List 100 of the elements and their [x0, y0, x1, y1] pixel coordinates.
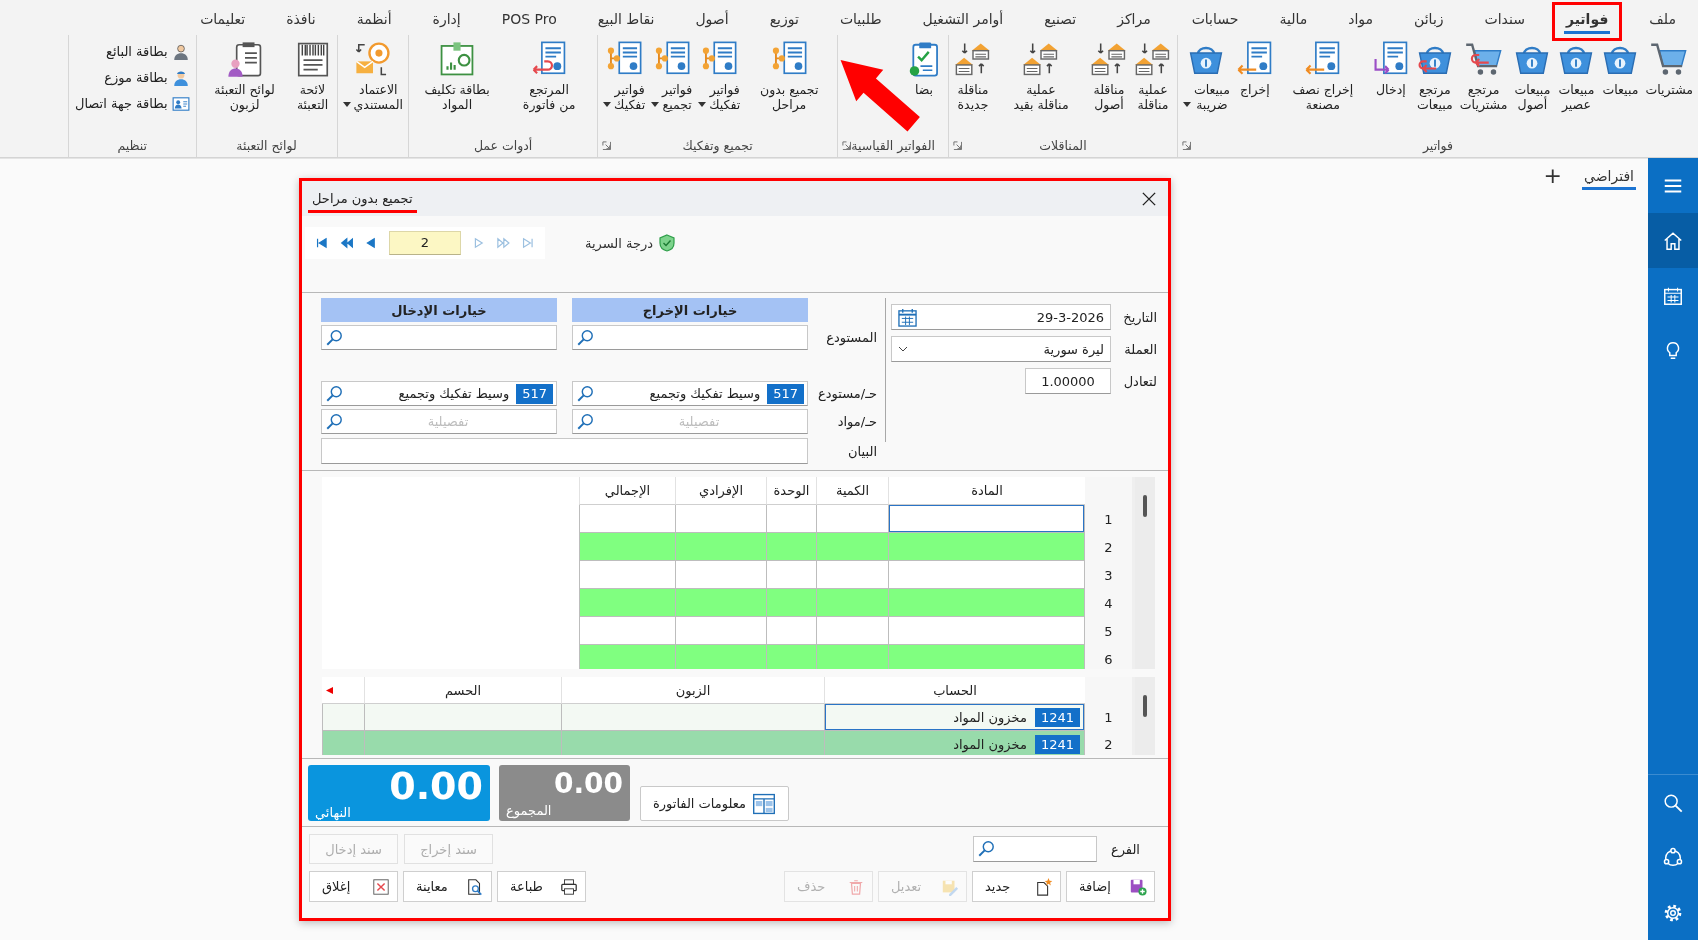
grid-cell[interactable] — [579, 505, 675, 533]
menu-tab[interactable]: مواد — [1334, 2, 1388, 41]
grid-cell[interactable] — [816, 589, 888, 617]
grid-cell[interactable] — [816, 561, 888, 589]
record-field[interactable]: 2 — [388, 231, 462, 255]
ribbon-button[interactable]: مناقلة أصول — [1087, 39, 1131, 113]
menu-tab[interactable]: سندات — [1470, 2, 1539, 41]
search-icon[interactable] — [325, 412, 343, 431]
scrollbar-thumb[interactable] — [1143, 695, 1147, 717]
grid-cell[interactable] — [675, 645, 766, 669]
ribbon-button[interactable]: مبيعات أصول — [1510, 39, 1555, 113]
grid-cell[interactable] — [888, 505, 1085, 533]
menu-tab[interactable]: زبائن — [1400, 2, 1458, 41]
ribbon-button[interactable]: مرتجع مشتريات — [1456, 39, 1511, 113]
grid-cell[interactable] — [579, 533, 675, 561]
ribbon-button[interactable]: بضا — [902, 39, 946, 98]
ribbon-button[interactable]: مبيعات — [1598, 39, 1643, 98]
grid-cell[interactable] — [561, 731, 824, 755]
menu-tab[interactable]: أوامر التشغيل — [908, 2, 1018, 41]
grid-cell[interactable] — [766, 645, 816, 669]
menu-tab[interactable]: POS Pro — [487, 2, 571, 41]
ribbon-button[interactable]: لوائح التعبئة لزبون — [198, 39, 291, 113]
close-icon[interactable] — [1142, 191, 1156, 206]
ribbon-button[interactable]: لائحة التعبئة — [290, 39, 335, 113]
menu-tab[interactable]: مراكز — [1103, 2, 1165, 41]
grid-cell[interactable] — [579, 645, 675, 669]
ribbon-button[interactable]: إخراج نصف مصنعة — [1276, 39, 1369, 113]
ribbon-button[interactable]: تجميع بدون مراحل — [743, 39, 836, 113]
menu-tab[interactable]: توزيع — [755, 2, 813, 41]
launcher-icon[interactable] — [953, 140, 962, 150]
ribbon-button[interactable]: مشتريات — [1642, 39, 1696, 98]
ribbon-button[interactable]: فواتير تفكيك — [600, 39, 649, 113]
ribbon-button[interactable]: الاعتماد المستندي — [339, 39, 407, 113]
ribbon-button[interactable]: إدخال — [1368, 39, 1413, 98]
grid-cell[interactable] — [322, 704, 364, 731]
search-field[interactable] — [321, 325, 557, 350]
grid-cell[interactable] — [816, 617, 888, 645]
sidebar-button[interactable] — [1648, 213, 1698, 268]
menu-tab[interactable]: فواتير — [1551, 2, 1623, 41]
ribbon-button[interactable]: بطاقة موزع — [100, 67, 194, 89]
search-icon[interactable] — [576, 328, 594, 347]
grid-cell[interactable] — [675, 589, 766, 617]
menu-tab[interactable]: تعليمات — [186, 2, 260, 41]
menu-tab[interactable]: مالية — [1265, 2, 1322, 41]
rewind-icon[interactable] — [339, 236, 354, 250]
search-icon[interactable] — [576, 412, 594, 431]
search-icon[interactable] — [576, 384, 594, 403]
ribbon-button[interactable]: عملية مناقلة بقيد — [995, 39, 1087, 113]
grid-cell[interactable] — [364, 731, 561, 755]
search-icon[interactable] — [976, 840, 995, 858]
action-button[interactable]: معاينة — [403, 871, 492, 902]
action-button[interactable]: إغلاق — [309, 871, 398, 902]
grid-cell[interactable] — [888, 589, 1085, 617]
skip-start-icon[interactable] — [315, 236, 329, 250]
ribbon-button[interactable]: مناقلة جديدة — [951, 39, 995, 113]
menu-tab[interactable]: أصول — [681, 2, 743, 41]
grid-cell[interactable] — [766, 617, 816, 645]
menu-tab[interactable]: حسابات — [1177, 2, 1253, 41]
grid-cell[interactable] — [675, 533, 766, 561]
grid-cell[interactable] — [579, 617, 675, 645]
menu-tab[interactable]: أنظمة — [342, 2, 406, 41]
date-field[interactable]: 29-3-2026 — [891, 304, 1111, 330]
search-icon[interactable] — [325, 384, 343, 403]
grid-cell[interactable] — [888, 617, 1085, 645]
ribbon-button[interactable]: بطاقة البائع — [102, 41, 194, 63]
search-field[interactable] — [572, 325, 808, 350]
workspace-tab[interactable]: افتراضي — [1582, 162, 1636, 190]
calendar-icon[interactable] — [898, 307, 917, 327]
grid-cell[interactable] — [579, 589, 675, 617]
grid-cell[interactable] — [766, 589, 816, 617]
grid-cell[interactable] — [675, 617, 766, 645]
text-field[interactable] — [321, 438, 808, 464]
grid-cell[interactable] — [766, 533, 816, 561]
menu-tab[interactable]: نقاط البيع — [583, 2, 669, 41]
launcher-icon[interactable] — [842, 140, 852, 150]
menu-tab[interactable]: نافذة — [272, 2, 330, 41]
ribbon-button[interactable]: مبيعات عصير — [1554, 39, 1599, 113]
menu-tab[interactable]: ملف — [1635, 2, 1690, 41]
launcher-icon[interactable] — [1182, 140, 1191, 150]
ribbon-button[interactable]: عملية مناقلة — [1131, 39, 1175, 113]
play-back-icon[interactable] — [364, 236, 378, 250]
menu-tab[interactable]: طلبيات — [825, 2, 896, 41]
grid-cell[interactable] — [816, 645, 888, 669]
ribbon-button[interactable]: مرتجع مبيعات — [1412, 39, 1457, 113]
grid-cell[interactable] — [675, 505, 766, 533]
search-icon[interactable] — [325, 328, 343, 347]
grid-cell[interactable] — [766, 505, 816, 533]
action-button[interactable]: إضافة — [1066, 871, 1155, 902]
ribbon-button[interactable]: المرتجع من فاتورة — [503, 39, 596, 113]
scrollbar-thumb[interactable] — [1143, 495, 1147, 517]
grid-cell[interactable] — [561, 704, 824, 731]
search-field[interactable] — [972, 836, 1097, 862]
grid-cell[interactable] — [888, 645, 1085, 669]
grid-cell[interactable] — [766, 561, 816, 589]
grid-cell[interactable] — [579, 561, 675, 589]
grid-cell[interactable] — [816, 533, 888, 561]
chevron-down-icon[interactable] — [898, 346, 908, 352]
menu-tab[interactable]: تصنيع — [1030, 2, 1091, 41]
ribbon-button[interactable]: بطاقة تكليف المواد — [411, 39, 504, 113]
ribbon-button[interactable]: فواتير تفكيك — [695, 39, 744, 113]
